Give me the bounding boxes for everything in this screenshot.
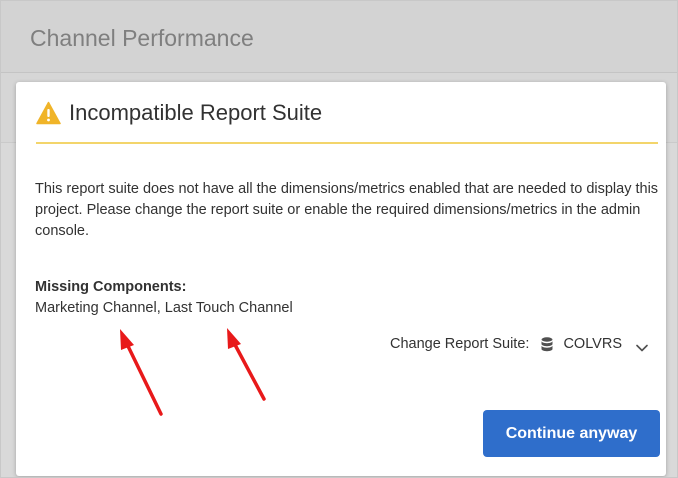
change-report-suite-row: Change Report Suite: COLVRS [390,333,648,355]
continue-anyway-button[interactable]: Continue anyway [483,410,660,457]
header-divider [36,142,658,144]
incompatible-report-suite-dialog: Incompatible Report Suite This report su… [16,82,666,476]
dialog-header: Incompatible Report Suite [36,98,322,128]
dialog-message: This report suite does not have all the … [35,181,659,239]
screenshot-page: Channel Performance Incompatible Report … [0,0,678,478]
dialog-title: Incompatible Report Suite [69,100,323,125]
report-suite-selector[interactable]: COLVRS [563,336,622,352]
chevron-down-icon[interactable] [636,340,648,352]
missing-components: Missing Components: Marketing Channel, L… [35,277,293,319]
background-header: Channel Performance [1,1,677,73]
change-report-suite-label: Change Report Suite: [389,336,530,352]
background-page-title: Channel Performance [30,25,254,51]
warning-icon [36,101,61,125]
missing-components-value: Marketing Channel, Last Touch Channel [35,300,293,316]
missing-components-label: Missing Components: [35,279,187,295]
database-icon [541,336,553,352]
